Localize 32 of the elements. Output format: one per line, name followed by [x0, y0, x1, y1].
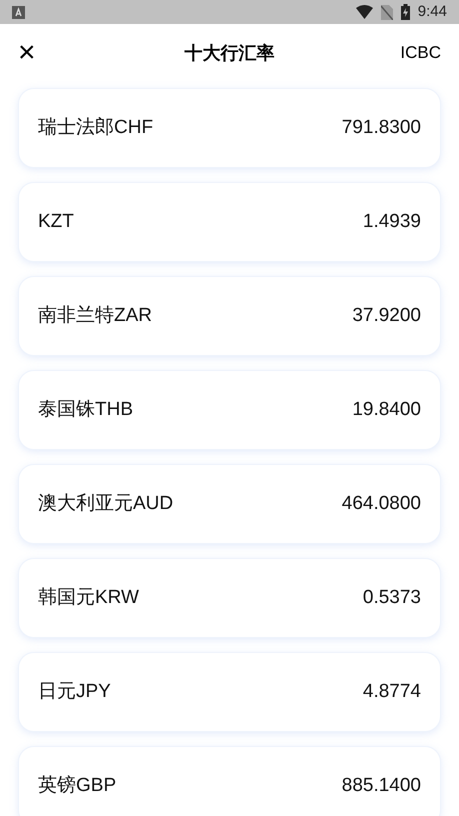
currency-name: 泰国铢THB: [38, 398, 133, 422]
rate-card[interactable]: 瑞士法郎CHF 791.8300: [18, 88, 441, 168]
currency-name: 瑞士法郎CHF: [38, 116, 154, 140]
exchange-rate: 1.4939: [362, 210, 421, 234]
battery-charging-icon: [400, 4, 410, 20]
notification-icon: [12, 6, 25, 18]
rate-card[interactable]: 南非兰特ZAR 37.9200: [18, 276, 441, 356]
exchange-rate: 464.0800: [342, 492, 421, 516]
exchange-rate: 37.9200: [352, 304, 421, 328]
exchange-rate: 4.8774: [362, 680, 421, 704]
close-button[interactable]: ×: [18, 38, 36, 68]
status-time: 9:44: [418, 2, 447, 22]
rate-card[interactable]: KZT 1.4939: [18, 182, 441, 262]
currency-name: 英镑GBP: [38, 774, 116, 798]
rate-card[interactable]: 澳大利亚元AUD 464.0800: [18, 464, 441, 544]
rate-card[interactable]: 韩国元KRW 0.5373: [18, 558, 441, 638]
currency-name: 澳大利亚元AUD: [38, 492, 174, 516]
rate-card[interactable]: 日元JPY 4.8774: [18, 652, 441, 732]
currency-name: 南非兰特ZAR: [38, 304, 152, 328]
rate-card[interactable]: 泰国铢THB 19.8400: [18, 370, 441, 450]
no-sim-icon: [380, 4, 393, 20]
exchange-rate: 885.1400: [342, 774, 421, 798]
exchange-rate: 19.8400: [352, 398, 421, 422]
currency-name: 日元JPY: [38, 680, 111, 704]
currency-name: 韩国元KRW: [38, 586, 139, 610]
exchange-rate: 791.8300: [342, 116, 421, 140]
exchange-rate: 0.5373: [362, 586, 421, 610]
bank-selector[interactable]: ICBC: [400, 40, 441, 66]
currency-name: KZT: [38, 210, 74, 234]
rate-card[interactable]: 英镑GBP 885.1400: [18, 746, 441, 816]
page-title: 十大行汇率: [184, 42, 274, 64]
wifi-icon: [356, 5, 373, 19]
